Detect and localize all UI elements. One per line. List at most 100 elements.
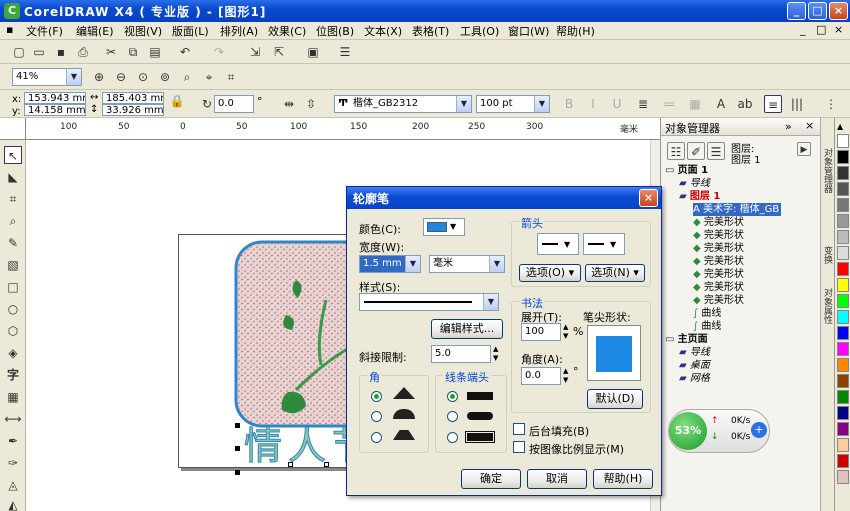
color-swatch[interactable] bbox=[837, 278, 849, 292]
zoom-all-icon[interactable]: ⊚ bbox=[156, 68, 174, 86]
basic-shapes-icon[interactable]: ◈ bbox=[4, 344, 22, 362]
color-swatch[interactable] bbox=[837, 150, 849, 164]
menu-item-window[interactable]: 窗口(W) bbox=[508, 23, 549, 39]
print-icon[interactable]: ⎙ bbox=[74, 43, 92, 61]
undo-icon[interactable]: ↶ bbox=[176, 43, 194, 61]
zoom-page-icon[interactable]: ⌕ bbox=[178, 68, 196, 86]
tree-item[interactable]: ▰ 图层 1 bbox=[679, 190, 722, 203]
new-document-icon[interactable]: ▢ bbox=[10, 43, 28, 61]
rotation-angle-input[interactable]: 0.0 bbox=[214, 95, 254, 113]
bullet-icon[interactable]: ≔ bbox=[660, 95, 678, 113]
mirror-horizontal-icon[interactable]: ⇹ bbox=[280, 95, 298, 113]
color-swatch[interactable] bbox=[837, 166, 849, 180]
tree-item[interactable]: ∫ 曲线 bbox=[693, 307, 723, 320]
tree-item[interactable]: ◆ 完美形状 bbox=[693, 242, 746, 255]
color-swatch[interactable] bbox=[837, 342, 849, 356]
stretch-input[interactable]: 100 bbox=[521, 323, 561, 341]
tree-item[interactable]: A 美术字: 楷体_GB bbox=[693, 203, 782, 216]
color-swatch[interactable] bbox=[837, 406, 849, 420]
color-picker-button[interactable]: ▼ bbox=[423, 218, 465, 236]
behind-fill-checkbox[interactable] bbox=[513, 423, 525, 435]
color-swatch[interactable] bbox=[837, 422, 849, 436]
miter-limit-input[interactable]: 5.0 bbox=[431, 345, 491, 363]
tree-item[interactable]: ▭ 主页面 bbox=[665, 333, 710, 346]
y-position-input[interactable]: 14.158 mm bbox=[24, 104, 86, 116]
dialog-close-button[interactable]: × bbox=[639, 189, 658, 207]
options-icon[interactable]: ☰ bbox=[336, 43, 354, 61]
menu-item-arrange[interactable]: 排列(A) bbox=[220, 23, 258, 39]
cap-round-radio[interactable] bbox=[447, 411, 458, 422]
tree-item[interactable]: ◆ 完美形状 bbox=[693, 294, 746, 307]
corner-bevel-radio[interactable] bbox=[371, 432, 382, 443]
node-handle[interactable] bbox=[324, 462, 329, 467]
polygon-tool-icon[interactable]: ⬡ bbox=[4, 322, 22, 340]
rectangle-tool-icon[interactable]: □ bbox=[4, 278, 22, 296]
tree-item[interactable]: ▰ 桌面 bbox=[679, 359, 712, 372]
export-icon[interactable]: ⇱ bbox=[270, 43, 288, 61]
doc-minimize-button[interactable]: _ bbox=[800, 23, 806, 36]
angle-input[interactable]: 0.0 bbox=[521, 367, 561, 385]
color-swatch[interactable] bbox=[837, 198, 849, 212]
more-options-icon[interactable]: ⋮ bbox=[822, 95, 840, 113]
color-swatch[interactable] bbox=[837, 262, 849, 276]
zoom-tool-icon[interactable]: ⌕ bbox=[4, 212, 22, 230]
tree-item[interactable]: ◆ 完美形状 bbox=[693, 229, 746, 242]
zoom-height-icon[interactable]: ⌗ bbox=[222, 68, 240, 86]
text-tool-icon[interactable]: 字 bbox=[4, 366, 22, 384]
node-handle[interactable] bbox=[288, 462, 293, 467]
corner-round-radio[interactable] bbox=[371, 411, 382, 422]
fill-bucket-icon[interactable]: ◬ bbox=[4, 476, 22, 494]
tree-item[interactable]: ◆ 完美形状 bbox=[693, 268, 746, 281]
show-properties-icon[interactable]: ☷ bbox=[667, 142, 685, 160]
dimension-tool-icon[interactable]: ⟷ bbox=[4, 410, 22, 428]
layer-manager-view-icon[interactable]: ☰ bbox=[707, 142, 725, 160]
import-icon[interactable]: ⇲ bbox=[246, 43, 264, 61]
tree-item[interactable]: ◆ 完美形状 bbox=[693, 216, 746, 229]
color-swatch[interactable] bbox=[837, 246, 849, 260]
cut-icon[interactable]: ✂ bbox=[102, 43, 120, 61]
docker-collapse-icon[interactable]: » bbox=[785, 120, 792, 133]
help-button[interactable]: 帮助(H) bbox=[593, 469, 653, 489]
menu-item-layout[interactable]: 版面(L) bbox=[172, 23, 209, 39]
scale-with-image-checkbox[interactable] bbox=[513, 441, 525, 453]
menu-item-text[interactable]: 文本(X) bbox=[364, 23, 402, 39]
stretch-spinner-icon[interactable]: ▲ ▼ bbox=[563, 323, 568, 341]
cap-butt-radio[interactable] bbox=[447, 391, 458, 402]
edit-across-layers-icon[interactable]: ✐ bbox=[687, 142, 705, 160]
selection-handle[interactable] bbox=[235, 446, 240, 451]
menu-item-file[interactable]: ▪ bbox=[6, 23, 13, 36]
width-unit-select[interactable]: 毫米 ▼ bbox=[429, 255, 505, 273]
selection-handle[interactable] bbox=[235, 423, 240, 428]
docker-menu-icon[interactable]: ▶ bbox=[797, 142, 811, 156]
horizontal-ruler[interactable]: 100 50 0 50 100 150 200 250 300 毫米 bbox=[26, 118, 660, 140]
height-input[interactable]: 33.926 mm bbox=[102, 104, 164, 116]
tab-object-properties[interactable]: 对象属性 bbox=[822, 288, 834, 324]
tab-object-manager[interactable]: 对象管理器 bbox=[822, 148, 834, 193]
eyedropper-icon[interactable]: ✒ bbox=[4, 432, 22, 450]
color-swatch[interactable] bbox=[837, 326, 849, 340]
end-arrow-options-button[interactable]: 选项(N) ▾ bbox=[585, 264, 645, 282]
tree-item[interactable]: ▰ 导线 bbox=[679, 346, 712, 359]
bold-icon[interactable]: B bbox=[560, 95, 578, 113]
vertical-text-icon[interactable]: ||| bbox=[788, 95, 806, 113]
cap-square-radio[interactable] bbox=[447, 432, 458, 443]
menu-item-help[interactable]: 帮助(H) bbox=[556, 23, 595, 39]
interactive-fill-icon[interactable]: ◭ bbox=[4, 496, 22, 511]
horizontal-text-icon[interactable]: ≡ bbox=[764, 95, 782, 113]
menu-item-file[interactable]: 文件(F) bbox=[26, 23, 63, 39]
palette-scroll-up-icon[interactable]: ▲ bbox=[837, 122, 843, 131]
docker-close-icon[interactable]: × bbox=[805, 119, 814, 132]
ok-button[interactable]: 确定 bbox=[461, 469, 521, 489]
zoom-selected-icon[interactable]: ⊙ bbox=[134, 68, 152, 86]
zoom-out-icon[interactable]: ⊖ bbox=[112, 68, 130, 86]
start-arrow-options-button[interactable]: 选项(O) ▾ bbox=[519, 264, 581, 282]
font-size-select[interactable]: 100 pt ▼ bbox=[476, 95, 550, 113]
minimize-button[interactable]: _ bbox=[787, 2, 806, 20]
save-icon[interactable]: ▪ bbox=[52, 43, 70, 61]
mirror-vertical-icon[interactable]: ⇳ bbox=[302, 95, 320, 113]
menu-item-bitmaps[interactable]: 位图(B) bbox=[316, 23, 354, 39]
width-input[interactable]: 185.403 mm bbox=[102, 92, 164, 104]
x-position-input[interactable]: 153.943 mm bbox=[24, 92, 86, 104]
dropcap-icon[interactable]: ▦ bbox=[686, 95, 704, 113]
color-swatch[interactable] bbox=[837, 470, 849, 484]
